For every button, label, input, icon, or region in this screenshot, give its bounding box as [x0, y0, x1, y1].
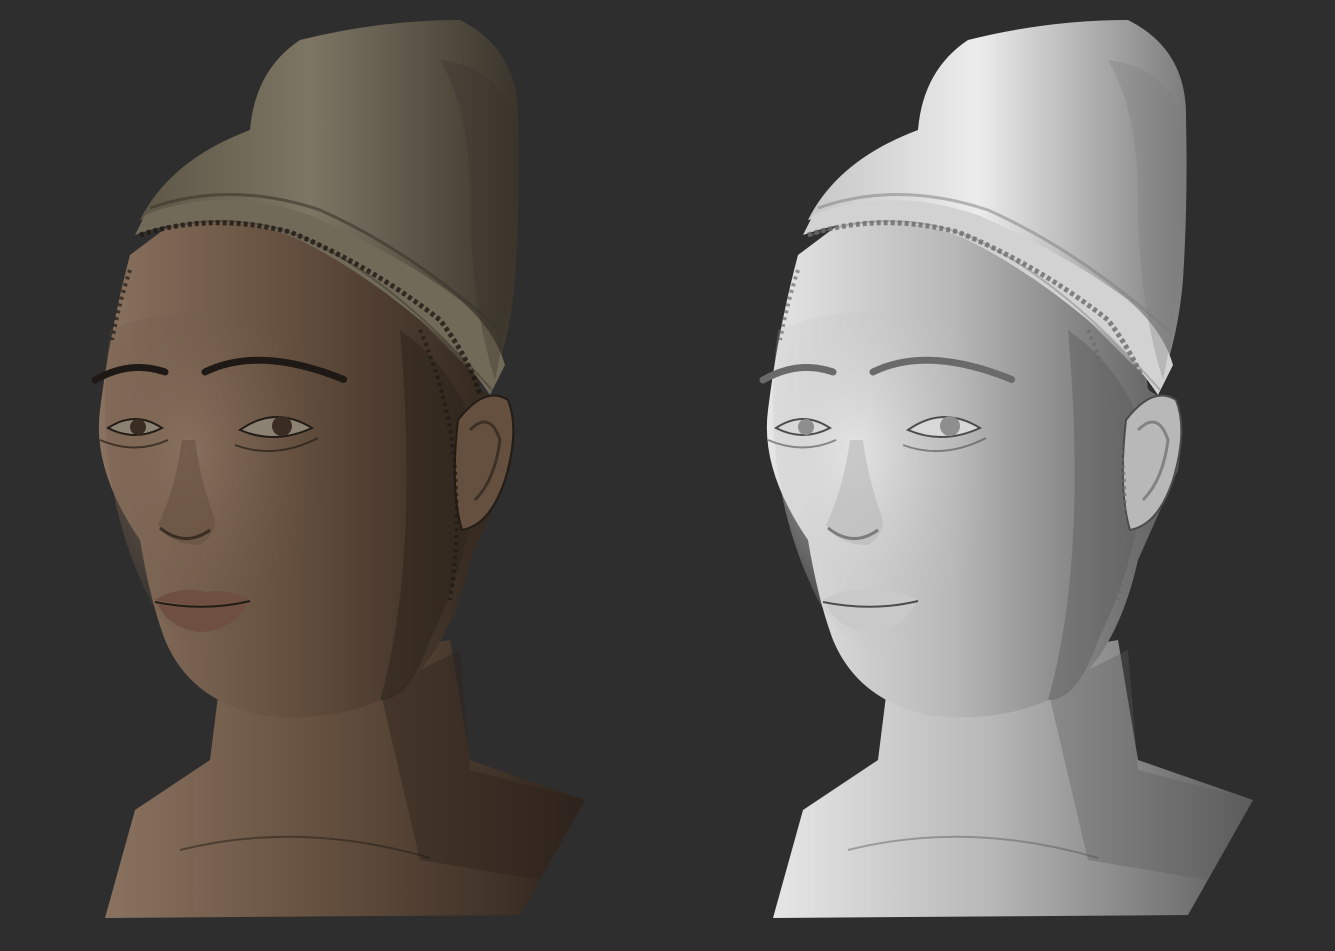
ear	[453, 394, 515, 532]
viewport-canvas	[0, 0, 1335, 951]
textured-head-scan	[91, 20, 585, 918]
clay-head-scan	[759, 20, 1253, 918]
ear	[1121, 394, 1183, 532]
